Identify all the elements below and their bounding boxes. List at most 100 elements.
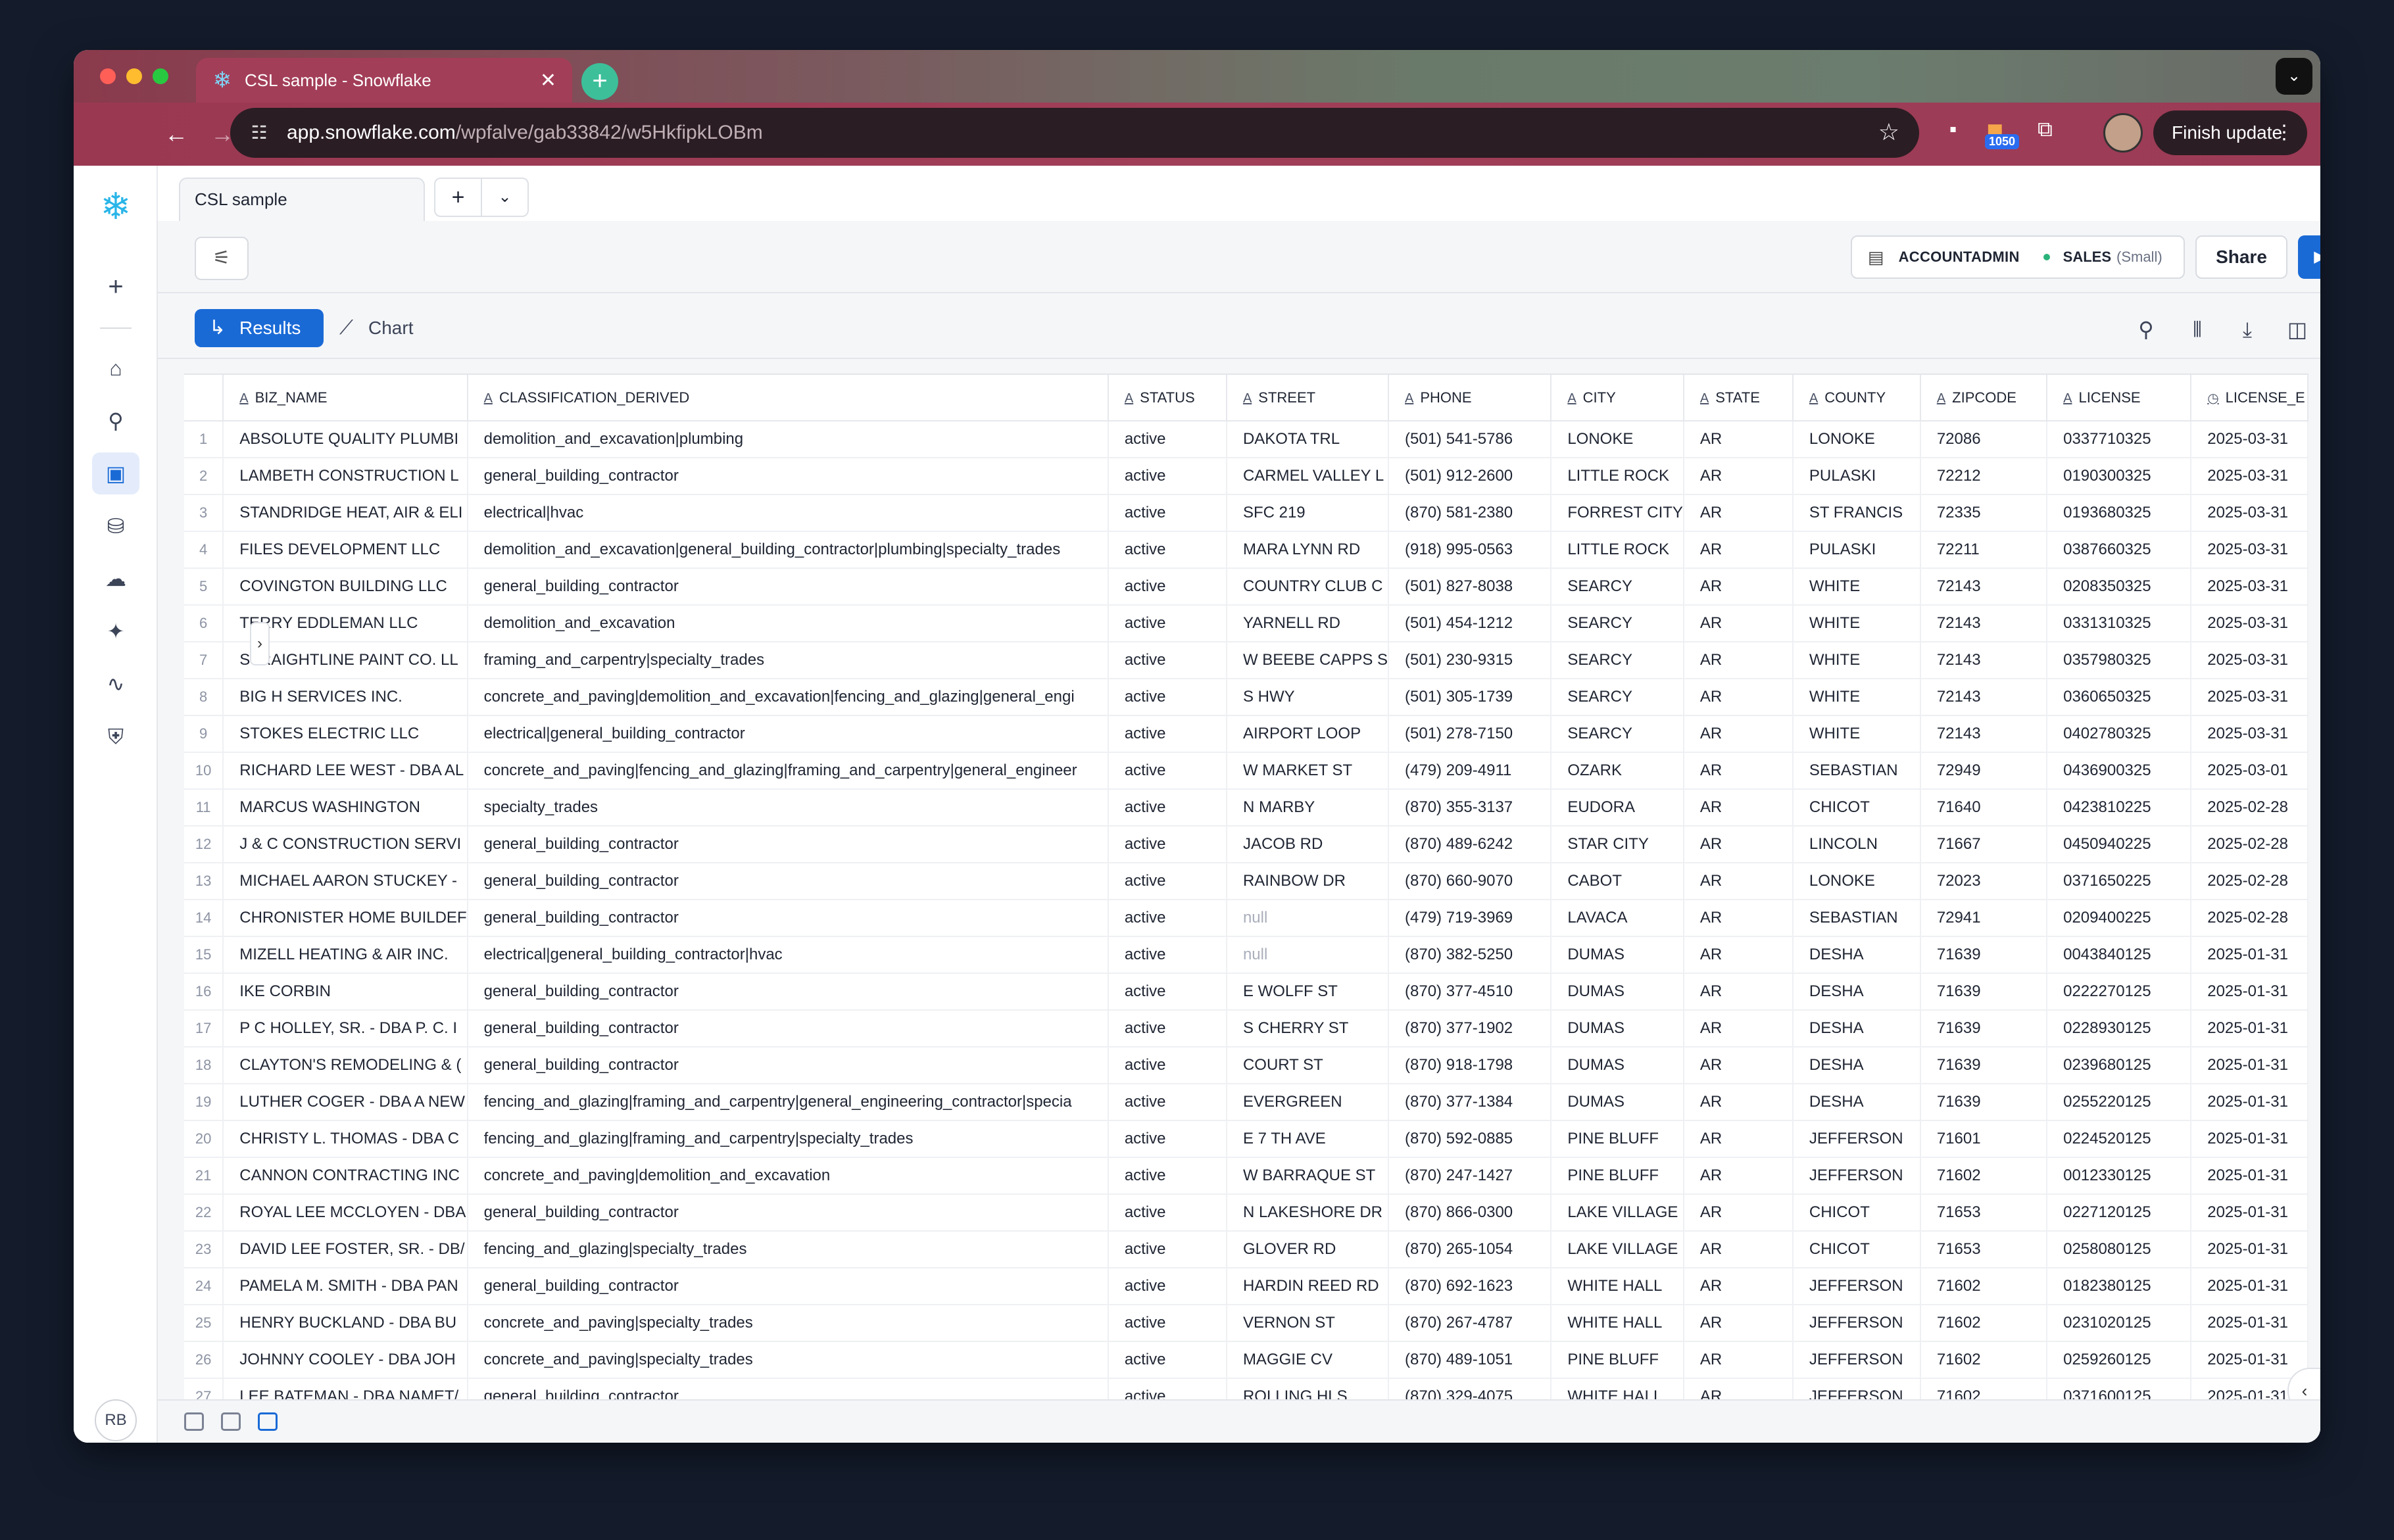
table-cell[interactable]: DUMAS (1551, 973, 1684, 1011)
table-row[interactable]: 24 PAMELA M. SMITH - DBA PAN general_build… (184, 1268, 2308, 1305)
table-cell[interactable]: active (1108, 1157, 1227, 1195)
table-cell[interactable]: BIG H SERVICES INC. (223, 679, 468, 716)
layout-bottom-icon[interactable] (258, 1412, 278, 1431)
table-cell[interactable]: (479) 719-3969 (1388, 900, 1552, 937)
table-cell[interactable]: (870) 355-3137 (1388, 789, 1552, 827)
table-cell[interactable]: SEARCY (1551, 568, 1684, 606)
table-cell[interactable]: 0043840125 (2047, 936, 2192, 974)
table-cell[interactable]: (501) 278-7150 (1388, 715, 1552, 753)
chevron-down-icon[interactable]: ⌄ (481, 179, 527, 216)
table-cell[interactable]: CHICOT (1792, 1231, 1921, 1268)
table-cell[interactable]: COUNTRY CLUB C (1226, 568, 1390, 606)
tab-search-chevron-icon[interactable]: ⌄ (2276, 58, 2312, 95)
layout-top-icon[interactable] (221, 1412, 241, 1431)
table-cell[interactable]: AR (1683, 494, 1794, 532)
table-cell[interactable]: PINE BLUFF (1551, 1120, 1684, 1158)
table-cell[interactable]: SEARCY (1551, 605, 1684, 642)
table-cell[interactable]: (870) 267-4787 (1388, 1305, 1552, 1342)
table-cell[interactable]: 71639 (1920, 973, 2048, 1011)
table-cell[interactable]: N MARBY (1226, 789, 1390, 827)
extension-puzzle-icon[interactable]: ▪ (1949, 117, 1957, 149)
table-cell[interactable]: CHICOT (1792, 1194, 1921, 1232)
table-row[interactable]: 4 FILES DEVELOPMENT LLC demolition_and_exc… (184, 531, 2308, 569)
table-cell[interactable]: 0357980325 (2047, 642, 2192, 679)
table-cell[interactable]: HARDIN REED RD (1226, 1268, 1390, 1305)
table-cell[interactable]: 71602 (1920, 1305, 2048, 1342)
column-header[interactable]: ◷ LICENSE_E (2191, 375, 2308, 421)
table-cell[interactable]: (918) 995-0563 (1388, 531, 1552, 569)
user-avatar[interactable]: RB (95, 1399, 137, 1441)
table-row[interactable]: 6 TERRY EDDLEMAN LLC demolition_and_excava… (184, 605, 2308, 642)
table-cell[interactable]: 72086 (1920, 421, 2048, 458)
table-cell[interactable]: ABSOLUTE QUALITY PLUMBI (223, 421, 468, 458)
table-row[interactable]: 2 LAMBETH CONSTRUCTION Lgeneral_building_… (184, 458, 2308, 495)
table-cell[interactable]: electrical|general_building_contractor|h… (467, 936, 1109, 974)
table-cell[interactable]: WHITE HALL (1551, 1305, 1684, 1342)
table-cell[interactable]: active (1108, 1341, 1227, 1379)
table-cell[interactable]: 71639 (1920, 1084, 2048, 1121)
table-cell[interactable]: J & C CONSTRUCTION SERVI (223, 826, 468, 863)
table-cell[interactable]: 2025-03-31 (2191, 531, 2308, 569)
table-cell[interactable]: concrete_and_paving|specialty_trades (467, 1305, 1109, 1342)
table-cell[interactable]: 2025-01-31 (2191, 1010, 2308, 1047)
table-cell[interactable]: DAVID LEE FOSTER, SR. - DB/ (223, 1231, 468, 1268)
table-cell[interactable]: 2025-01-31 (2191, 1268, 2308, 1305)
table-cell[interactable]: active (1108, 826, 1227, 863)
column-header[interactable]: A BIZ_NAME (223, 375, 468, 421)
table-row[interactable]: 11 MARCUS WASHINGTON specialty_trades activ… (184, 789, 2308, 827)
table-cell[interactable]: 0239680125 (2047, 1047, 2192, 1084)
table-cell[interactable]: AR (1683, 568, 1794, 606)
table-cell[interactable]: (870) 692-1623 (1388, 1268, 1552, 1305)
table-cell[interactable]: CARMEL VALLEY L (1226, 458, 1390, 495)
table-cell[interactable]: (870) 377-1384 (1388, 1084, 1552, 1121)
home-icon[interactable]: ⌂ (92, 347, 139, 389)
table-cell[interactable]: 0012330125 (2047, 1157, 2192, 1195)
table-cell[interactable]: 2025-03-31 (2191, 421, 2308, 458)
table-cell[interactable]: GLOVER RD (1226, 1231, 1390, 1268)
table-cell[interactable]: MAGGIE CV (1226, 1341, 1390, 1379)
table-cell[interactable]: S CHERRY ST (1226, 1010, 1390, 1047)
table-cell[interactable]: AR (1683, 1194, 1794, 1232)
table-cell[interactable]: ROYAL LEE MCCLOYEN - DBA (223, 1194, 468, 1232)
table-cell[interactable]: E WOLFF ST (1226, 973, 1390, 1011)
table-cell[interactable]: RAINBOW DR (1226, 863, 1390, 900)
table-cell[interactable]: RICHARD LEE WEST - DBA AL (223, 752, 468, 790)
table-cell[interactable]: N LAKESHORE DR (1226, 1194, 1390, 1232)
table-cell[interactable]: STOKES ELECTRIC LLC (223, 715, 468, 753)
snowflake-logo-icon[interactable]: ❄ (92, 185, 139, 228)
table-cell[interactable]: 72143 (1920, 715, 2048, 753)
table-row[interactable]: 1 ABSOLUTE QUALITY PLUMBI demolition_and_e… (184, 421, 2308, 458)
table-cell[interactable]: DUMAS (1551, 1010, 1684, 1047)
table-cell[interactable]: AR (1683, 715, 1794, 753)
back-arrow-icon[interactable]: ← (159, 117, 193, 151)
table-row[interactable]: 10 RICHARD LEE WEST - DBA AL concrete_and_… (184, 752, 2308, 790)
share-button[interactable]: Share (2195, 235, 2287, 279)
table-cell[interactable]: 72143 (1920, 568, 2048, 606)
table-cell[interactable]: P C HOLLEY, SR. - DBA P. C. I (223, 1010, 468, 1047)
table-cell[interactable]: null (1226, 900, 1390, 937)
table-cell[interactable]: EUDORA (1551, 789, 1684, 827)
table-cell[interactable]: (870) 247-1427 (1388, 1157, 1552, 1195)
table-cell[interactable]: 0337710325 (2047, 421, 2192, 458)
column-header[interactable]: A LICENSE (2047, 375, 2192, 421)
table-cell[interactable]: active (1108, 752, 1227, 790)
table-cell[interactable]: AR (1683, 1157, 1794, 1195)
table-cell[interactable]: JEFFERSON (1792, 1120, 1921, 1158)
table-cell[interactable]: SFC 219 (1226, 494, 1390, 532)
table-row[interactable]: 12 J & C CONSTRUCTION SERVI general_buildi… (184, 826, 2308, 863)
table-cell[interactable]: AR (1683, 936, 1794, 974)
table-cell[interactable]: LITTLE ROCK (1551, 458, 1684, 495)
table-cell[interactable]: AR (1683, 973, 1794, 1011)
table-cell[interactable]: 2025-03-31 (2191, 605, 2308, 642)
table-cell[interactable]: 72143 (1920, 642, 2048, 679)
address-bar[interactable]: ☷ app.snowflake.com/wpfalve/gab33842/w5H… (230, 108, 1919, 158)
table-cell[interactable]: 72143 (1920, 679, 2048, 716)
table-cell[interactable]: 72335 (1920, 494, 2048, 532)
table-row[interactable]: 18 CLAYTON'S REMODELING & (general_buildi… (184, 1047, 2308, 1084)
table-cell[interactable]: 2025-01-31 (2191, 1120, 2308, 1158)
table-cell[interactable]: concrete_and_paving|specialty_trades (467, 1341, 1109, 1379)
table-cell[interactable]: PINE BLUFF (1551, 1341, 1684, 1379)
table-row[interactable]: 9 STOKES ELECTRIC LLC electrical|general_b… (184, 715, 2308, 753)
table-cell[interactable]: concrete_and_paving|demolition_and_excav… (467, 1157, 1109, 1195)
table-cell[interactable]: 72941 (1920, 900, 2048, 937)
